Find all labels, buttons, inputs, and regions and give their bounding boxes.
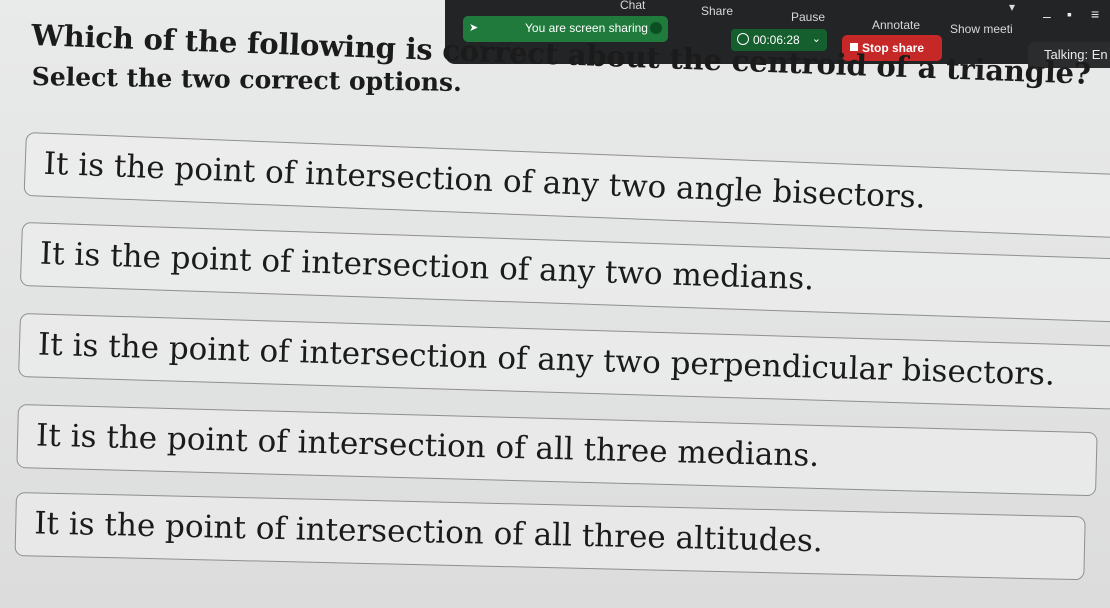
answer-option-label: It is the point of intersection of all t… xyxy=(35,417,820,474)
shield-icon xyxy=(650,22,662,34)
answer-option[interactable]: It is the point of intersection of all t… xyxy=(14,492,1086,581)
pause-button[interactable]: Pause xyxy=(791,10,825,24)
menu-icon[interactable]: ≡ xyxy=(1091,6,1099,22)
share-arrow-icon: ➤ xyxy=(469,22,479,34)
sharing-notice: You are screen sharing xyxy=(525,21,648,35)
answer-option-label: It is the point of intersection of all t… xyxy=(33,505,824,560)
answer-option[interactable]: It is the point of intersection of any t… xyxy=(18,313,1110,410)
instruction-text: Select the two correct options. xyxy=(31,62,463,98)
answer-option-label: It is the point of intersection of any t… xyxy=(43,145,927,216)
answer-option-label: It is the point of intersection of any t… xyxy=(39,235,815,298)
answer-option-label: It is the point of intersection of any t… xyxy=(37,326,1056,393)
chat-button[interactable]: Chat xyxy=(620,0,645,12)
chevron-down-icon[interactable]: ⌄ xyxy=(812,32,821,45)
answer-option[interactable]: It is the point of intersection of any t… xyxy=(19,222,1110,323)
share-button[interactable]: Share xyxy=(701,4,733,18)
maximize-icon[interactable]: ▪ xyxy=(1067,6,1072,22)
more-options-icon[interactable]: ▾ xyxy=(990,0,1034,18)
annotate-button[interactable]: Annotate xyxy=(872,18,920,32)
show-meeting-button[interactable]: Show meeti xyxy=(950,22,1013,36)
answer-option[interactable]: It is the point of intersection of all t… xyxy=(16,404,1098,497)
answer-option[interactable]: It is the point of intersection of any t… xyxy=(23,132,1110,239)
minimize-icon[interactable]: – xyxy=(1043,8,1051,24)
